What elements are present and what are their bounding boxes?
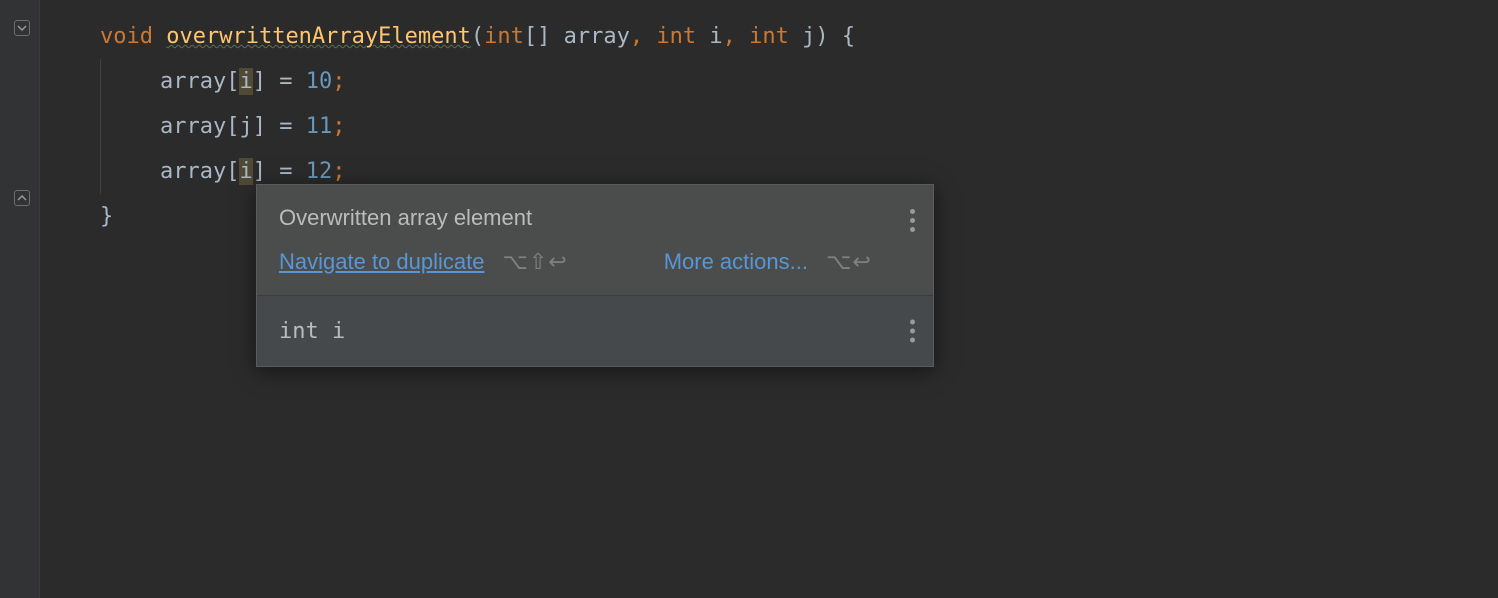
navigate-duplicate-link[interactable]: Navigate to duplicate <box>279 249 484 275</box>
popup-actions-row: Navigate to duplicate ⌥⇧↩ More actions..… <box>279 249 911 275</box>
inspection-title: Overwritten array element <box>279 205 911 231</box>
more-actions-link[interactable]: More actions... <box>664 249 808 275</box>
number-literal: 11 <box>306 114 333 139</box>
shortcut-hint: ⌥↩ <box>826 249 872 275</box>
semicolon: ; <box>332 114 345 139</box>
operator: = <box>266 69 306 94</box>
kebab-menu-icon[interactable] <box>910 320 915 343</box>
code-line[interactable]: void overwrittenArrayElement(int[] array… <box>100 14 1498 59</box>
method-name: overwrittenArrayElement <box>166 24 471 49</box>
code-line[interactable]: array[i] = 10; <box>100 59 1498 104</box>
comma: , <box>723 24 736 49</box>
variable: j <box>239 114 252 139</box>
variable-highlighted: i <box>239 68 252 95</box>
bracket: ] <box>253 69 266 94</box>
bracket: ] <box>253 159 266 184</box>
param: array <box>564 24 630 49</box>
fold-marker-icon[interactable] <box>14 20 30 36</box>
semicolon: ; <box>332 159 345 184</box>
param: i <box>709 24 722 49</box>
inspection-popup: Overwritten array element Navigate to du… <box>256 184 934 367</box>
number-literal: 12 <box>306 159 333 184</box>
variable: array <box>160 114 226 139</box>
kebab-menu-icon[interactable] <box>910 209 915 232</box>
brackets: [] <box>524 24 551 49</box>
semicolon: ; <box>332 69 345 94</box>
code-line[interactable]: array[j] = 11; <box>100 104 1498 149</box>
keyword: void <box>100 24 153 49</box>
operator: = <box>266 159 306 184</box>
operator: = <box>266 114 306 139</box>
type: int <box>484 24 524 49</box>
fold-marker-icon[interactable] <box>14 190 30 206</box>
type: int <box>749 24 789 49</box>
paren: ) <box>815 24 828 49</box>
editor-gutter <box>0 0 40 598</box>
variable: array <box>160 69 226 94</box>
type-info-text: int i <box>279 319 345 344</box>
bracket: [ <box>226 159 239 184</box>
bracket: ] <box>253 114 266 139</box>
variable: array <box>160 159 226 184</box>
popup-top-section: Overwritten array element Navigate to du… <box>257 185 933 296</box>
brace: { <box>842 24 855 49</box>
popup-bottom-section: int i <box>257 296 933 366</box>
bracket: [ <box>226 114 239 139</box>
param: j <box>802 24 815 49</box>
paren: ( <box>471 24 484 49</box>
bracket: [ <box>226 69 239 94</box>
variable-highlighted: i <box>239 158 252 185</box>
type: int <box>656 24 696 49</box>
brace: } <box>100 204 113 229</box>
comma: , <box>630 24 643 49</box>
shortcut-hint: ⌥⇧↩ <box>502 249 567 275</box>
number-literal: 10 <box>306 69 333 94</box>
